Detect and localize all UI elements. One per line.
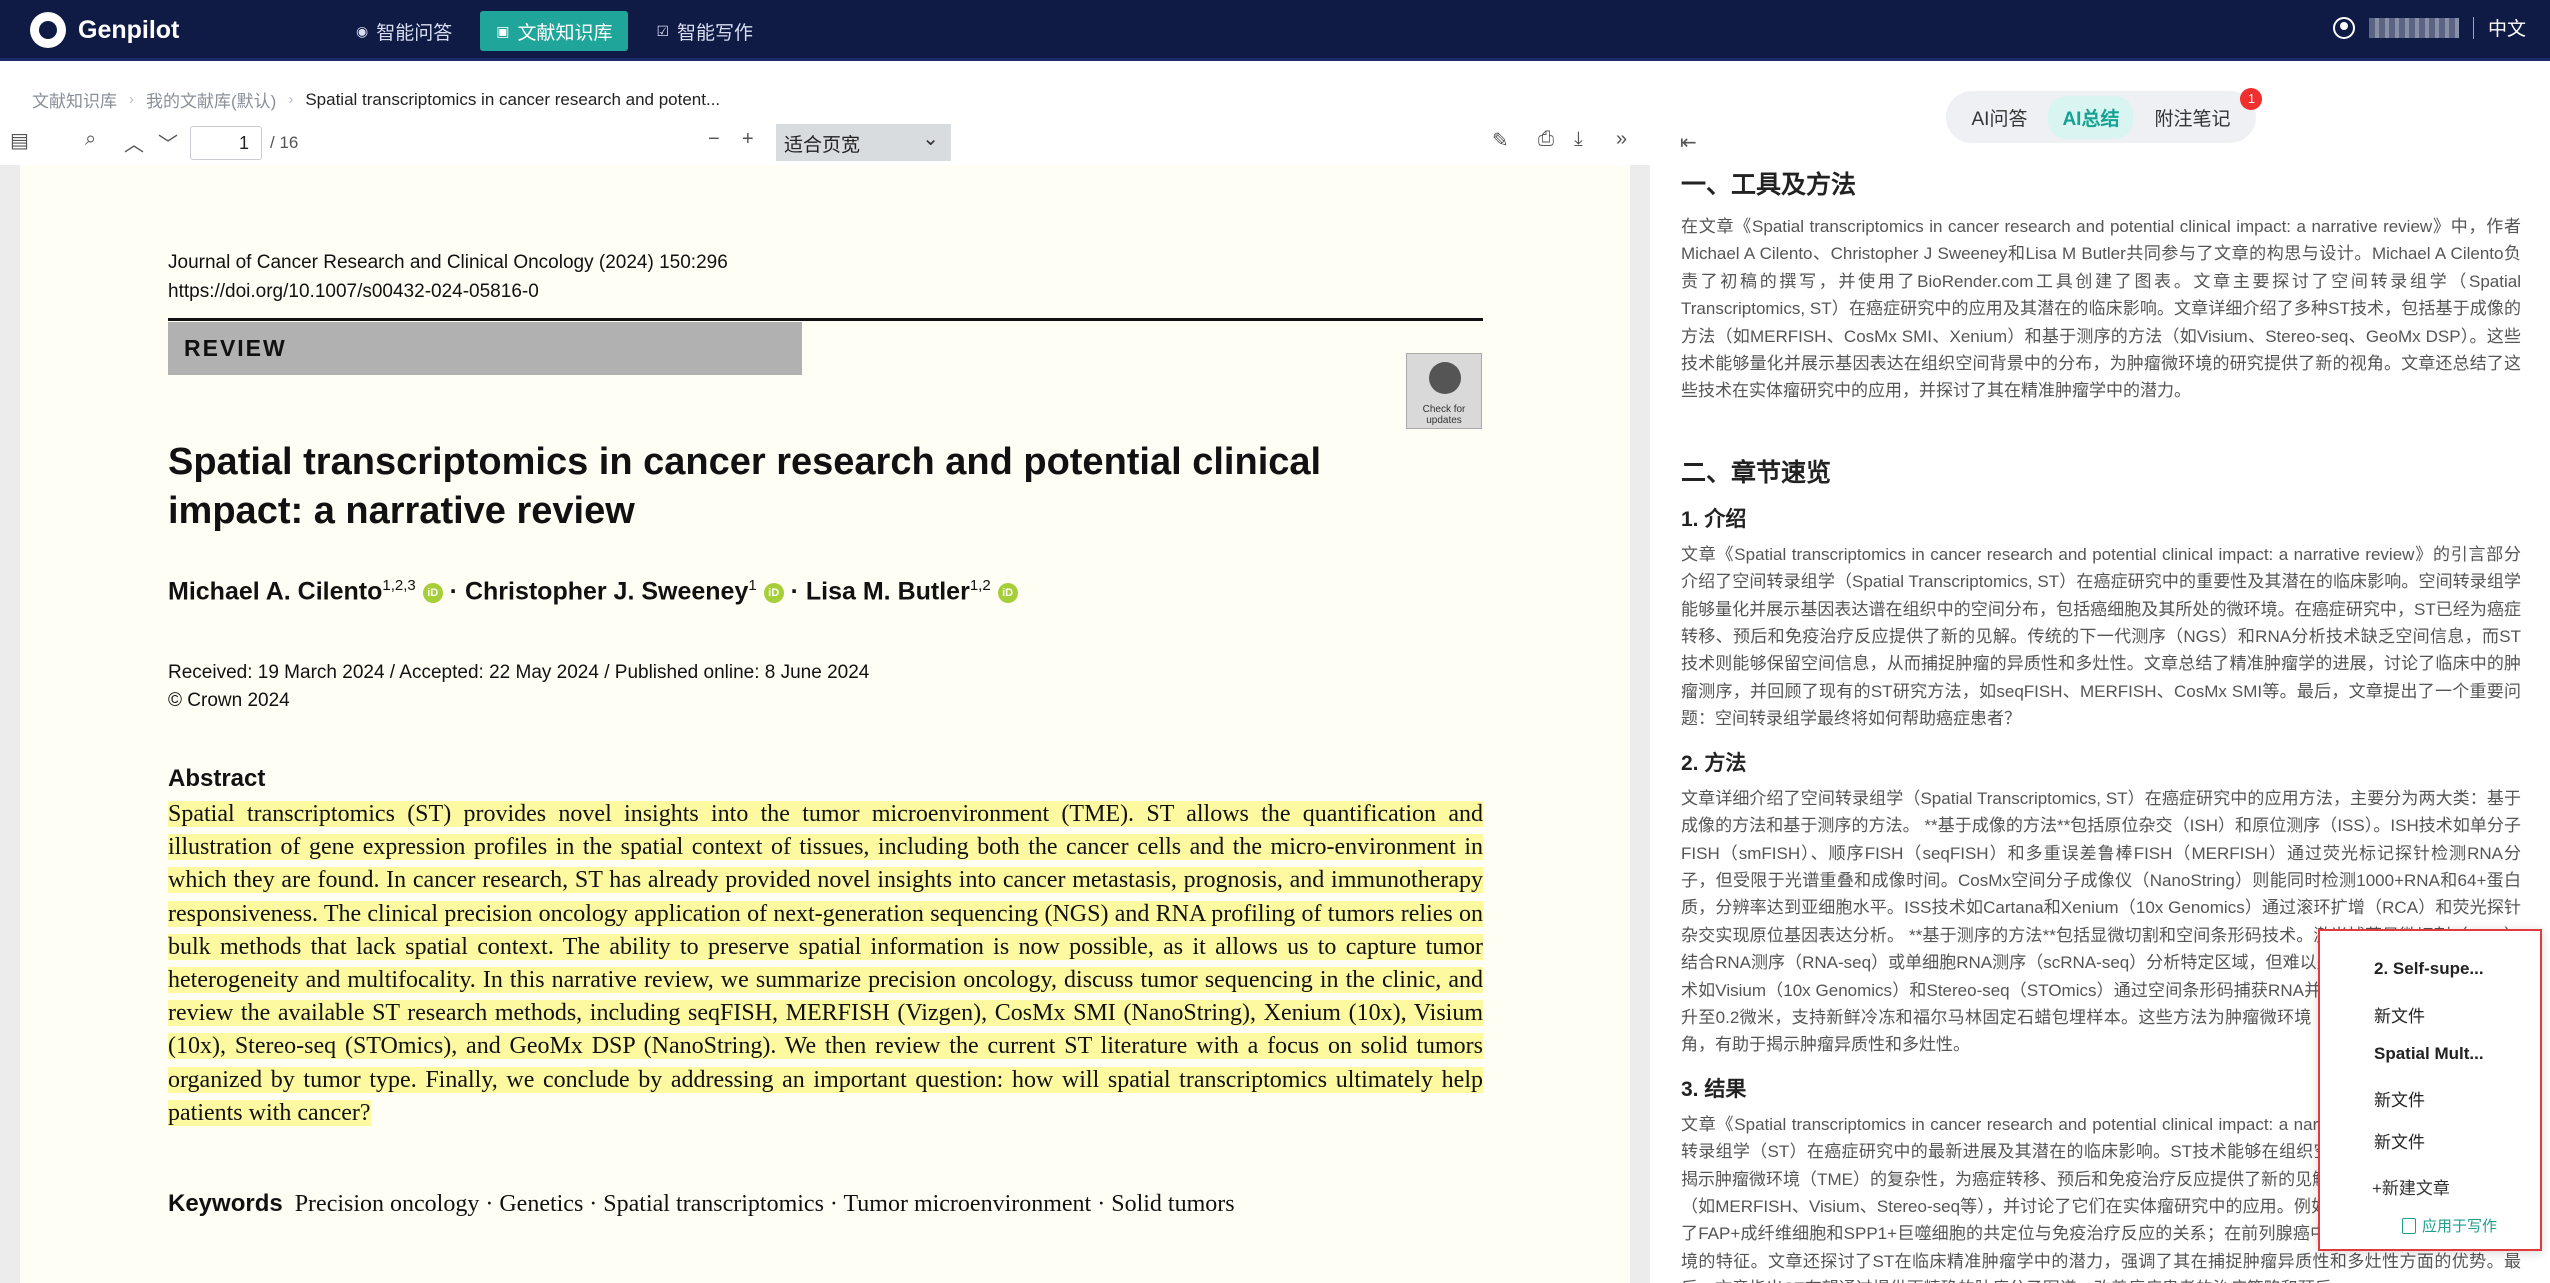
popup-document-item[interactable]: 新文件 <box>2374 1002 2425 1027</box>
search-icon[interactable]: ⌕ <box>85 128 96 151</box>
user-area: 中文 <box>2332 14 2526 41</box>
popup-document-item[interactable]: 新文件 <box>2374 1086 2425 1111</box>
chevron-right-icon: › <box>129 91 134 108</box>
chapter-heading-methods: 2. 方法 <box>1681 751 1747 775</box>
abstract: Spatial transcriptomics (ST) provides no… <box>168 798 1483 1130</box>
breadcrumb-library[interactable]: 文献知识库 <box>32 87 117 112</box>
author-affiliation: 1,2 <box>969 577 991 594</box>
brand-name: Genpilot <box>78 15 180 44</box>
new-article-button[interactable]: +新建文章 <box>2372 1174 2450 1199</box>
download-icon[interactable]: ⤓ <box>1574 128 1583 151</box>
pdf-viewer[interactable]: Journal of Cancer Research and Clinical … <box>0 165 1650 1283</box>
author-affiliation: 1,2,3 <box>382 577 416 594</box>
more-tools-icon[interactable]: » <box>1616 128 1627 151</box>
library-icon: ▣ <box>496 22 510 39</box>
abstract-heading: Abstract <box>168 765 266 792</box>
summary-paragraph: 文章《Spatial transcriptomics in cancer res… <box>1681 544 2521 729</box>
chevron-down-icon[interactable]: ﹀ <box>158 128 178 157</box>
journal-line: Journal of Cancer Research and Clinical … <box>168 252 728 273</box>
pdf-page: Journal of Cancer Research and Clinical … <box>20 165 1630 1283</box>
notes-count-badge: 1 <box>2240 87 2263 110</box>
nav-ai-writing-label: 智能写作 <box>677 22 754 44</box>
paper-title: Spatial transcriptomics in cancer resear… <box>168 441 1322 532</box>
nav-ai-qa-label: 智能问答 <box>376 22 453 44</box>
popup-document-item[interactable]: 2. Self-supe... <box>2374 959 2484 979</box>
divider <box>2472 16 2474 39</box>
top-navbar: Genpilot ◉ 智能问答 ▣ 文献知识库 ☑ 智能写作 中文 <box>0 0 2550 61</box>
author-affiliation: 1 <box>748 577 757 594</box>
zoom-select[interactable]: 适合页宽 <box>776 124 951 161</box>
language-switch[interactable]: 中文 <box>2488 14 2526 41</box>
nav-ai-writing[interactable]: ☑ 智能写作 <box>640 11 769 51</box>
brand[interactable]: Genpilot <box>30 12 179 48</box>
copyright: © Crown 2024 <box>168 690 290 711</box>
page-number-input[interactable]: 1 <box>190 126 262 160</box>
keywords: Keywords Precision oncology · Genetics ·… <box>168 1190 1235 1218</box>
summary-paragraph: 在文章《Spatial transcriptomics in cancer re… <box>1681 217 2521 401</box>
orcid-icon[interactable]: iD <box>763 582 784 603</box>
page-total: / 16 <box>270 133 299 152</box>
tab-ai-qa[interactable]: AI问答 <box>1958 96 2042 139</box>
header-rule <box>168 318 1483 321</box>
journal-info: Journal of Cancer Research and Clinical … <box>168 248 728 306</box>
dates-line: Received: 19 March 2024 / Accepted: 22 M… <box>168 662 870 683</box>
publication-dates: Received: 19 March 2024 / Accepted: 22 M… <box>168 659 869 715</box>
orcid-icon[interactable]: iD <box>422 582 443 603</box>
document-icon <box>2402 1217 2416 1234</box>
breadcrumb-current: Spatial transcriptomics in cancer resear… <box>305 89 721 109</box>
apply-to-writing-label: 应用于写作 <box>2422 1218 2498 1235</box>
author-name: Lisa M. Butler <box>805 577 970 606</box>
nav-literature-library-label: 文献知识库 <box>517 22 613 44</box>
keywords-label: Keywords <box>168 1190 283 1217</box>
chat-icon: ◉ <box>356 22 369 39</box>
apply-to-writing-popup: 2. Self-supe... 新文件 Spatial Mult... 新文件 … <box>2318 929 2542 1251</box>
genpilot-logo-icon <box>30 12 66 48</box>
check-for-updates-badge[interactable]: Check for updates <box>1406 353 1482 429</box>
zoom-in-icon[interactable]: + <box>742 128 754 151</box>
apply-to-writing-button[interactable]: 应用于写作 <box>2402 1215 2497 1236</box>
user-name-redacted[interactable] <box>2368 17 2459 38</box>
doi-link[interactable]: https://doi.org/10.1007/s00432-024-05816… <box>168 277 728 306</box>
sidebar-toggle-icon[interactable]: ▤ <box>10 128 29 153</box>
chevron-right-icon: › <box>288 91 294 108</box>
highlight-pen-icon[interactable]: ✎ <box>1492 128 1509 153</box>
nav-literature-library[interactable]: ▣ 文献知识库 <box>480 11 629 51</box>
panel-tabs: AI问答 AI总结 附注笔记 1 <box>1946 87 2263 143</box>
print-icon[interactable]: ⎙ <box>1538 128 1554 151</box>
nav-ai-qa[interactable]: ◉ 智能问答 <box>340 11 468 51</box>
author-name: Michael A. Cilento <box>168 577 383 606</box>
orcid-icon[interactable]: iD <box>997 582 1018 603</box>
author-name: Christopher J. Sweeney <box>464 577 749 606</box>
popup-document-item[interactable]: 新文件 <box>2374 1128 2425 1153</box>
zoom-out-icon[interactable]: − <box>708 128 720 151</box>
breadcrumb-my-library[interactable]: 我的文献库(默认) <box>146 87 276 112</box>
chapter-heading-intro: 1. 介绍 <box>1681 507 1747 531</box>
tab-notes-label: 附注笔记 <box>2154 108 2231 130</box>
section-label: REVIEW <box>168 322 802 375</box>
edit-icon: ☑ <box>656 22 670 39</box>
user-icon[interactable] <box>2332 16 2355 39</box>
tab-ai-summary[interactable]: AI总结 <box>2048 95 2134 139</box>
popup-document-item[interactable]: Spatial Mult... <box>2374 1044 2484 1064</box>
tab-notes[interactable]: 附注笔记 1 <box>2140 87 2263 139</box>
main-nav: ◉ 智能问答 ▣ 文献知识库 ☑ 智能写作 <box>340 11 769 51</box>
abstract-text-highlighted[interactable]: Spatial transcriptomics (ST) provides no… <box>168 801 1483 1126</box>
pdf-toolbar: ▤ ⌕ ︿ ﹀ 1 / 16 − + 适合页宽 ✎ ⎙ ⤓ » <box>0 118 1650 168</box>
summary-heading-chapters: 二、章节速览 <box>1681 458 1832 487</box>
outline-toggle-icon[interactable]: ⇤ <box>1680 130 1697 155</box>
authors: Michael A. Cilento1,2,3 iD · Christopher… <box>168 577 1018 606</box>
keywords-list: Precision oncology · Genetics · Spatial … <box>294 1191 1235 1217</box>
chevron-up-icon[interactable]: ︿ <box>124 128 144 157</box>
breadcrumb: 文献知识库 › 我的文献库(默认) › Spatial transcriptom… <box>32 87 720 112</box>
summary-heading-tools: 一、工具及方法 <box>1681 171 1857 199</box>
